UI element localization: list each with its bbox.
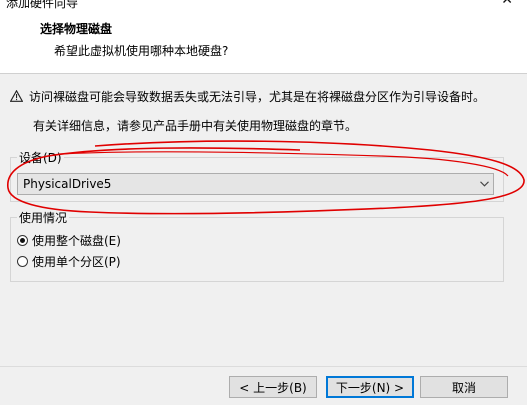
page-title: 选择物理磁盘	[40, 22, 113, 36]
warning-message: 访问裸磁盘可能会导致数据丢失或无法引导，尤其是在将裸磁盘分区作为引导设备时。	[10, 87, 485, 105]
radio-single-partition[interactable]: 使用单个分区(P)	[17, 253, 121, 270]
radio-button[interactable]	[17, 256, 28, 267]
device-label: 设备(D)	[17, 149, 64, 166]
page-subtitle: 希望此虚拟机使用哪种本地硬盘?	[54, 44, 229, 58]
device-group: 设备(D) PhysicalDrive5	[10, 149, 504, 202]
wizard-header: 添加硬件向导 ✕ 选择物理磁盘 希望此虚拟机使用哪种本地硬盘?	[0, 0, 527, 74]
close-button[interactable]: ✕	[501, 0, 513, 9]
radio-button[interactable]	[17, 235, 28, 246]
add-hardware-wizard-window: 添加硬件向导 ✕ 选择物理磁盘 希望此虚拟机使用哪种本地硬盘? 访问裸磁盘可能会…	[0, 0, 527, 405]
back-button[interactable]: < 上一步(B)	[229, 376, 317, 398]
radio-entire-disk-label: 使用整个磁盘(E)	[32, 234, 121, 248]
radio-single-partition-label: 使用单个分区(P)	[32, 255, 121, 269]
usage-group: 使用情况 使用整个磁盘(E) 使用单个分区(P)	[10, 209, 504, 282]
window-title: 添加硬件向导	[6, 0, 79, 10]
next-button[interactable]: 下一步(N) >	[326, 376, 414, 398]
device-select[interactable]: PhysicalDrive5	[17, 173, 494, 195]
warning-triangle-icon	[10, 90, 23, 102]
cancel-button[interactable]: 取消	[420, 376, 508, 398]
usage-label: 使用情况	[17, 209, 70, 226]
radio-entire-disk[interactable]: 使用整个磁盘(E)	[17, 232, 121, 249]
device-selected-value: PhysicalDrive5	[23, 177, 112, 191]
footer-divider	[0, 366, 527, 367]
warning-text: 访问裸磁盘可能会导致数据丢失或无法引导，尤其是在将裸磁盘分区作为引导设备时。	[29, 89, 486, 104]
chevron-down-icon[interactable]	[475, 181, 493, 187]
info-text: 有关详细信息，请参见产品手册中有关使用物理磁盘的章节。	[33, 119, 358, 133]
